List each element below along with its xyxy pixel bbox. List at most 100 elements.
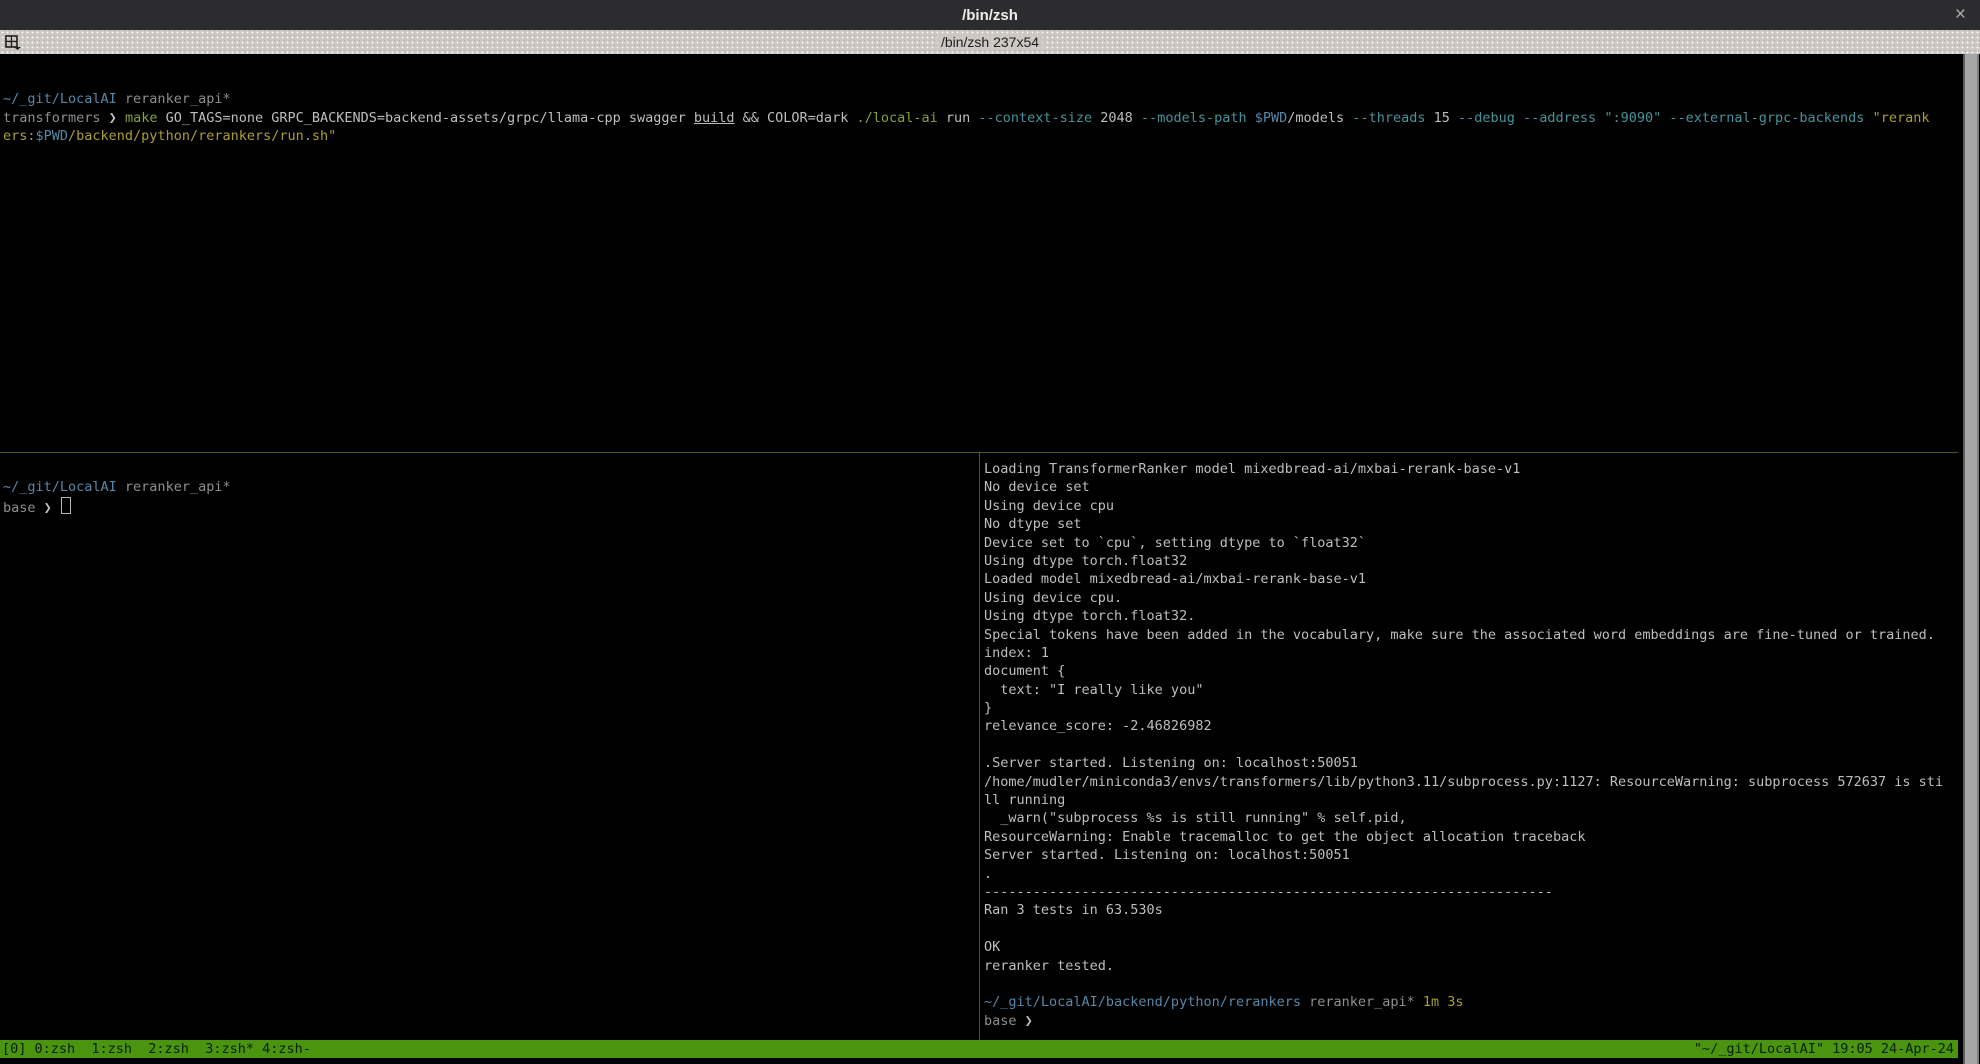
terminal-text-segment: reranker tested. xyxy=(984,958,1114,974)
window-list-icon[interactable] xyxy=(2,31,24,53)
terminal-line: OK xyxy=(984,938,1954,956)
terminal-text-segment: Ran 3 tests in 63.530s xyxy=(984,902,1163,918)
terminal-text-segment: ----------------------------------------… xyxy=(984,884,1553,900)
terminal-text-segment: ResourceWarning: Enable tracemalloc to g… xyxy=(984,829,1585,845)
terminal-text-segment xyxy=(1864,110,1872,126)
terminal-line: No device set xyxy=(984,478,1954,496)
terminal-line: Using dtype torch.float32 xyxy=(984,552,1954,570)
terminal-text-segment: _warn("subprocess %s is still running" %… xyxy=(984,810,1407,826)
terminal-text-segment: build xyxy=(694,110,735,126)
scrollbar-track[interactable] xyxy=(1958,54,1980,1064)
terminal-text-segment: } xyxy=(984,700,992,716)
terminal-text-segment: No device set xyxy=(984,479,1090,495)
terminal-text-segment: Using dtype torch.float32. xyxy=(984,608,1195,624)
terminal-text-segment: 15 xyxy=(1425,110,1458,126)
terminal-line xyxy=(3,460,977,478)
terminal-line: Loading TransformerRanker model mixedbre… xyxy=(984,460,1954,478)
terminal-line: ~/_git/LocalAI reranker_api* xyxy=(3,478,977,496)
pane-bottom-right[interactable]: Loading TransformerRanker model mixedbre… xyxy=(984,460,1954,1030)
terminal-text-segment: relevance_score: -2.46826982 xyxy=(984,718,1212,734)
terminal-line: relevance_score: -2.46826982 xyxy=(984,717,1954,735)
terminal-line: Special tokens have been added in the vo… xyxy=(984,626,1954,644)
terminal-line: . xyxy=(984,865,1954,883)
terminal-text-segment: --models-path xyxy=(1141,110,1247,126)
terminal-line: _warn("subprocess %s is still running" %… xyxy=(984,809,1954,827)
terminal-line: document { xyxy=(984,662,1954,680)
terminal-content: ~/_git/LocalAI reranker_api* transformers… xyxy=(0,54,1958,1040)
tmux-status-bar: [0] 0:zsh 1:zsh 2:zsh 3:zsh* 4:zsh- "~/_… xyxy=(0,1040,1958,1058)
terminal-text-segment: base xyxy=(3,500,44,516)
terminal-text-segment: "rerank xyxy=(1873,110,1930,126)
terminal-text-segment: ~/_git/LocalAI xyxy=(3,91,117,107)
terminal-text-segment: base xyxy=(984,1013,1025,1029)
tab-bar: /bin/zsh 237x54 xyxy=(0,30,1980,54)
terminal-text-segment: --external-grpc-backends xyxy=(1669,110,1864,126)
terminal-line: } xyxy=(984,699,1954,717)
terminal-line xyxy=(984,920,1954,938)
terminal-line: reranker tested. xyxy=(984,957,1954,975)
terminal-text-segment: transformers xyxy=(3,110,109,126)
terminal-line xyxy=(984,975,1954,993)
terminal-line: ll running xyxy=(984,791,1954,809)
terminal-line: text: "I really like you" xyxy=(984,681,1954,699)
tmux-window-list: [0] 0:zsh 1:zsh 2:zsh 3:zsh* 4:zsh- xyxy=(0,1040,311,1058)
terminal-line: ----------------------------------------… xyxy=(984,883,1954,901)
terminal-text-segment: ":9090" xyxy=(1604,110,1661,126)
terminal-text-segment: --debug xyxy=(1458,110,1515,126)
terminal-text-segment: OK xyxy=(984,939,1000,955)
terminal-text-segment: Device set to `cpu`, setting dtype to `f… xyxy=(984,535,1366,551)
terminal-text-segment: make xyxy=(125,110,158,126)
tmux-session-info: "~/_git/LocalAI" 19:05 24-Apr-24 xyxy=(1694,1040,1958,1058)
close-icon[interactable]: × xyxy=(1955,0,1966,30)
terminal-line: ~/_git/LocalAI reranker_api* xyxy=(3,90,1953,108)
terminal-line: ResourceWarning: Enable tracemalloc to g… xyxy=(984,828,1954,846)
terminal-text-segment xyxy=(1247,110,1255,126)
scrollbar-thumb[interactable] xyxy=(1963,54,1979,1064)
terminal-cursor xyxy=(61,497,71,514)
terminal-line: Using device cpu xyxy=(984,497,1954,515)
title-bar: /bin/zsh × xyxy=(0,0,1980,30)
terminal-text-segment: . xyxy=(984,866,992,882)
terminal-text-segment: index: 1 xyxy=(984,645,1049,661)
terminal-line: .Server started. Listening on: localhost… xyxy=(984,754,1954,772)
terminal-text-segment: && COLOR=dark xyxy=(735,110,857,126)
terminal-text-segment: Loaded model mixedbread-ai/mxbai-rerank-… xyxy=(984,571,1366,587)
terminal-text-segment: 2048 xyxy=(1092,110,1141,126)
terminal-text-segment: No dtype set xyxy=(984,516,1082,532)
pane-top[interactable]: ~/_git/LocalAI reranker_api* transformers… xyxy=(3,72,1953,146)
terminal-line: Ran 3 tests in 63.530s xyxy=(984,901,1954,919)
terminal-line: base ❯ xyxy=(984,1012,1954,1030)
terminal-line: No dtype set xyxy=(984,515,1954,533)
terminal-line: /home/mudler/miniconda3/envs/transformer… xyxy=(984,773,1954,791)
terminal-text-segment: reranker_api* xyxy=(1301,994,1415,1010)
terminal-text-segment: ers: xyxy=(3,128,36,144)
terminal-line: Server started. Listening on: localhost:… xyxy=(984,846,1954,864)
pane-bottom-left[interactable]: ~/_git/LocalAI reranker_api*base ❯ xyxy=(3,460,977,515)
terminal-text-segment: /backend/python/rerankers/run.sh" xyxy=(68,128,336,144)
tmux-vertical-border xyxy=(979,452,980,1040)
terminal-text-segment: Using dtype torch.float32 xyxy=(984,553,1187,569)
terminal-text-segment: ~/_git/LocalAI/backend/python/rerankers xyxy=(984,994,1301,1010)
window-title: /bin/zsh xyxy=(962,7,1018,24)
terminal-text-segment: /home/mudler/miniconda3/envs/transformer… xyxy=(984,774,1943,790)
terminal-line: Using device cpu. xyxy=(984,589,1954,607)
terminal-text-segment: Loading TransformerRanker model mixedbre… xyxy=(984,461,1520,477)
terminal-window: /bin/zsh × /bin/zsh 237x54 ~/_git/LocalA… xyxy=(0,0,1980,1064)
terminal-line: ers:$PWD/backend/python/rerankers/run.sh… xyxy=(3,127,1953,145)
terminal-line xyxy=(3,72,1953,90)
terminal-line: base ❯ xyxy=(3,497,977,515)
terminal-text-segment: document { xyxy=(984,663,1065,679)
terminal-text-segment: Server started. Listening on: localhost:… xyxy=(984,847,1350,863)
terminal-line: ~/_git/LocalAI/backend/python/rerankers … xyxy=(984,993,1954,1011)
terminal-text-segment: --address xyxy=(1523,110,1596,126)
terminal-text-segment: run xyxy=(938,110,979,126)
terminal-text-segment: Using device cpu xyxy=(984,498,1114,514)
terminal-line xyxy=(984,736,1954,754)
terminal-text-segment: ~/_git/LocalAI xyxy=(3,479,117,495)
terminal-text-segment: 1m 3s xyxy=(1415,994,1464,1010)
tab-title: /bin/zsh 237x54 xyxy=(935,34,1045,50)
terminal-line: Loaded model mixedbread-ai/mxbai-rerank-… xyxy=(984,570,1954,588)
terminal-text-segment: reranker_api* xyxy=(117,479,231,495)
terminal-text-segment: text: "I really like you" xyxy=(984,682,1203,698)
terminal-text-segment: $PWD xyxy=(1255,110,1288,126)
